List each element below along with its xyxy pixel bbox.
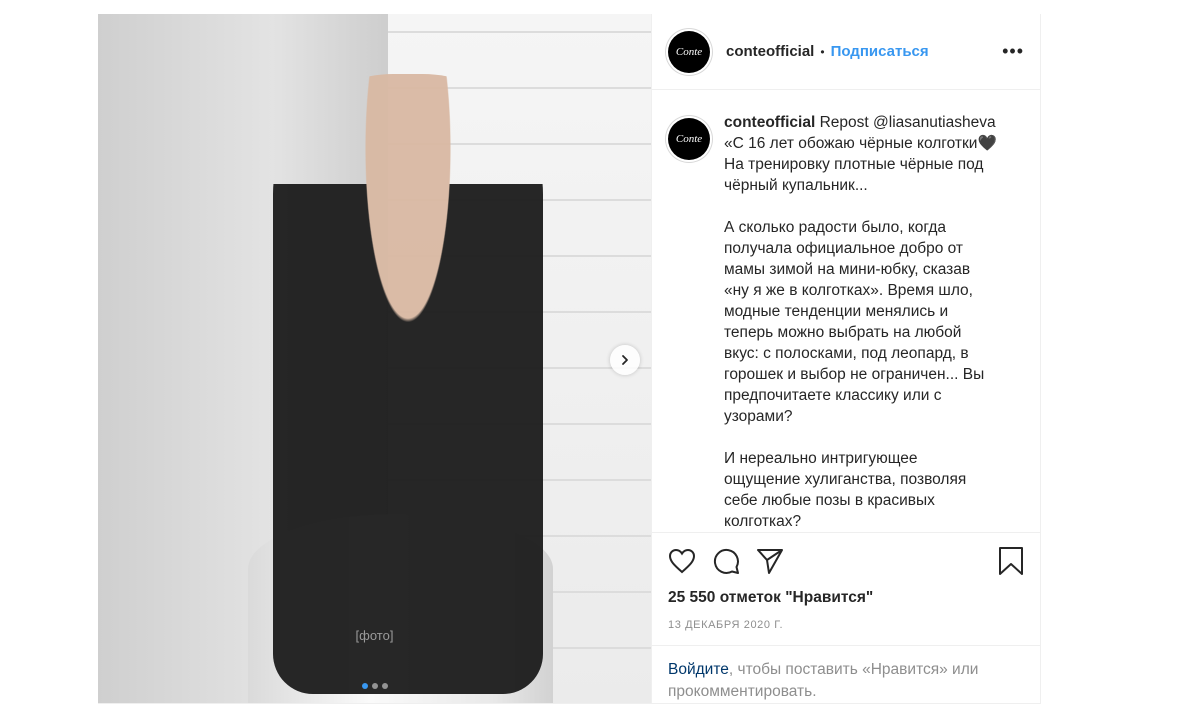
bookmark-icon (999, 547, 1023, 575)
comment-button[interactable] (712, 547, 740, 575)
caption-text: conteofficial Repost @liasanutiasheva «С… (724, 112, 1024, 532)
carousel-dot (381, 683, 388, 689)
chevron-right-icon (622, 355, 628, 365)
carousel-next-button[interactable] (610, 345, 640, 375)
paper-plane-icon (757, 549, 783, 574)
likes-count[interactable]: 25 550 отметок "Нравится" (652, 589, 1040, 611)
heart-icon (668, 548, 696, 574)
caption-body: Repost @liasanutiasheva «С 16 лет обожаю… (724, 114, 997, 530)
post-sidebar: Conte conteofficial • Подписаться ••• Co… (651, 14, 1040, 703)
login-link[interactable]: Войдите (668, 661, 729, 678)
caption-avatar[interactable]: Conte (668, 118, 710, 160)
photo-placeholder-label: [фото] (355, 628, 394, 643)
header-separator: • (820, 44, 825, 59)
caption: Conte conteofficial Repost @liasanutiash… (652, 90, 1040, 532)
post-photo[interactable]: [фото] (98, 14, 651, 703)
more-options-button[interactable]: ••• (1002, 41, 1024, 62)
action-bar (652, 532, 1040, 589)
caption-username[interactable]: conteofficial (724, 114, 815, 131)
share-button[interactable] (756, 547, 784, 575)
carousel-dot (371, 683, 378, 689)
login-prompt: Войдите, чтобы поставить «Нравится» или … (652, 646, 1040, 703)
post-header: Conte conteofficial • Подписаться ••• (652, 14, 1040, 90)
carousel-dots (98, 683, 651, 689)
comment-icon (713, 548, 739, 574)
header-username[interactable]: conteofficial (726, 43, 814, 60)
carousel-dot (361, 683, 368, 689)
save-button[interactable] (998, 546, 1024, 576)
post-date: 13 ДЕКАБРЯ 2020 Г. (652, 611, 1040, 646)
follow-button[interactable]: Подписаться (831, 43, 929, 60)
post-container: [фото] Conte conteofficial • Подписаться… (98, 14, 1041, 704)
like-button[interactable] (668, 548, 696, 574)
avatar[interactable]: Conte (668, 30, 710, 73)
person-silhouette (273, 74, 543, 694)
